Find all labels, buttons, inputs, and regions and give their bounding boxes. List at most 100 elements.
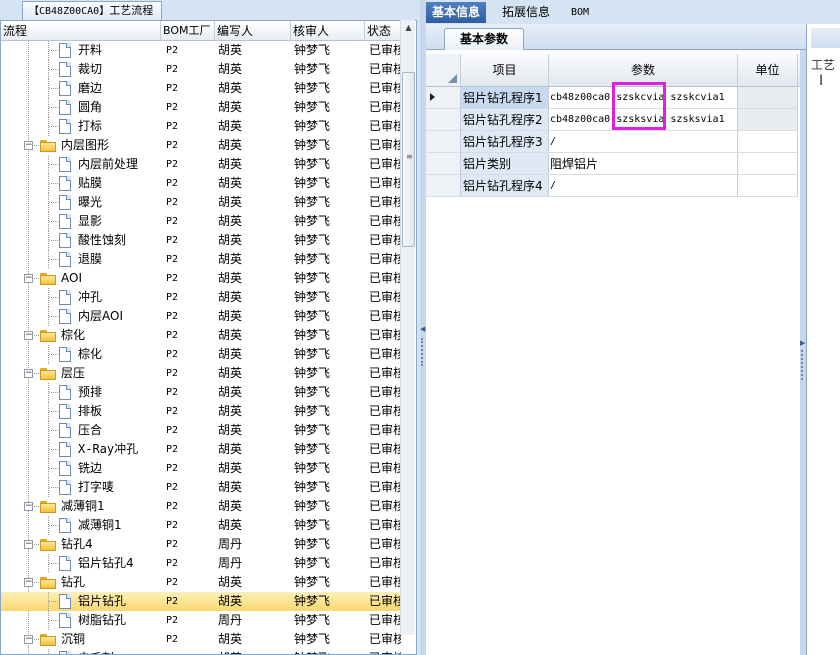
tree-row[interactable]: 酸性蚀刻 P2 胡英 钟梦飞 已审核 xyxy=(1,231,401,250)
tab-basic-params[interactable]: 基本参数 xyxy=(444,28,524,50)
collapse-toggle-icon[interactable]: − xyxy=(24,540,33,549)
status-cell: 已审核 xyxy=(369,594,401,608)
status-cell: 已审核 xyxy=(369,119,401,133)
collapse-toggle-icon[interactable]: − xyxy=(24,274,33,283)
tree-connector-line xyxy=(49,126,58,127)
tree-row[interactable]: 磨边 P2 胡英 钟梦飞 已审核 xyxy=(1,79,401,98)
tree-row[interactable]: 预排 P2 胡英 钟梦飞 已审核 xyxy=(1,383,401,402)
tab-bom[interactable]: BOM xyxy=(565,2,595,23)
tree-row[interactable]: 退膜 P2 胡英 钟梦飞 已审核 xyxy=(1,250,401,269)
col-header-flow[interactable]: 流程 xyxy=(1,21,161,41)
collapse-toggle-icon[interactable]: − xyxy=(24,502,33,511)
col-header-reviewer[interactable]: 核审人 xyxy=(291,21,365,41)
tree-row[interactable]: 铝片钻孔4 P2 周丹 钟梦飞 已审核 xyxy=(1,554,401,573)
author-cell: 胡英 xyxy=(218,518,243,532)
col-header-status[interactable]: 状态 xyxy=(365,21,401,41)
tree-node-label: 铝片钻孔 xyxy=(78,594,127,608)
row-indicator[interactable] xyxy=(426,153,461,175)
reviewer-cell: 钟梦飞 xyxy=(294,328,331,342)
document-icon xyxy=(59,518,71,533)
tree-row[interactable]: 内层AOI P2 胡英 钟梦飞 已审核 xyxy=(1,307,401,326)
tree-row[interactable]: 打标 P2 胡英 钟梦飞 已审核 xyxy=(1,117,401,136)
param-row[interactable]: 铝片钻孔程序3/ xyxy=(426,131,800,153)
tree-row[interactable]: − 钻孔 P2 胡英 钟梦飞 已审核 xyxy=(1,573,401,592)
row-indicator[interactable] xyxy=(426,175,461,197)
tree-row[interactable]: 减薄铜1 P2 胡英 钟梦飞 已审核 xyxy=(1,516,401,535)
tree-row[interactable]: − 层压 P2 胡英 钟梦飞 已审核 xyxy=(1,364,401,383)
tree-node-label: 树脂钻孔 xyxy=(78,613,127,627)
param-unit-cell[interactable] xyxy=(738,131,798,153)
status-cell: 已审核 xyxy=(369,347,401,361)
tree-row[interactable]: 树脂钻孔 P2 周丹 钟梦飞 已审核 xyxy=(1,611,401,630)
tree-row[interactable]: 显影 P2 胡英 钟梦飞 已审核 xyxy=(1,212,401,231)
tree-row[interactable]: 铝片钻孔 P2 胡英 钟梦飞 已审核 xyxy=(1,592,401,611)
tree-row[interactable]: − 减薄铜1 P2 胡英 钟梦飞 已审核 xyxy=(1,497,401,516)
tree-row[interactable]: 开料 P2 胡英 钟梦飞 已审核 xyxy=(1,41,401,60)
document-icon xyxy=(59,404,71,419)
param-unit-cell[interactable] xyxy=(738,109,798,131)
col-header-item[interactable]: 项目 xyxy=(461,54,549,87)
tree-row[interactable]: − 沉铜 P2 胡英 钟梦飞 已审核 xyxy=(1,630,401,649)
tree-row[interactable]: 内层前处理 P2 胡英 钟梦飞 已审核 xyxy=(1,155,401,174)
tree-row[interactable]: X-Ray冲孔 P2 胡英 钟梦飞 已审核 xyxy=(1,440,401,459)
reviewer-cell: 钟梦飞 xyxy=(294,214,331,228)
tree-row[interactable]: 贴膜 P2 胡英 钟梦飞 已审核 xyxy=(1,174,401,193)
tree-row[interactable]: 裁切 P2 胡英 钟梦飞 已审核 xyxy=(1,60,401,79)
tree-row[interactable]: 排板 P2 胡英 钟梦飞 已审核 xyxy=(1,402,401,421)
tab-extended-info[interactable]: 拓展信息 xyxy=(496,2,556,23)
collapse-toggle-icon[interactable]: − xyxy=(24,635,33,644)
grid-header: 流程 BOM工厂 编写人 核审人 状态 xyxy=(1,21,401,41)
param-value-cell[interactable]: / xyxy=(549,131,738,153)
tree-row[interactable]: − 钻孔4 P2 周丹 钟梦飞 已审核 xyxy=(1,535,401,554)
row-indicator[interactable] xyxy=(426,109,461,131)
scroll-up-arrow-icon[interactable]: ▲ xyxy=(401,20,416,36)
col-header-bom-factory[interactable]: BOM工厂 xyxy=(161,21,215,41)
tree-row[interactable]: 圆角 P2 胡英 钟梦飞 已审核 xyxy=(1,98,401,117)
grid-corner[interactable] xyxy=(426,54,461,87)
collapse-toggle-icon[interactable]: − xyxy=(24,331,33,340)
tree-row[interactable]: − 内层图形 P2 胡英 钟梦飞 已审核 xyxy=(1,136,401,155)
tree-connector-line xyxy=(49,430,58,431)
param-unit-cell[interactable] xyxy=(738,153,798,175)
tree-row[interactable]: 冲孔 P2 胡英 钟梦飞 已审核 xyxy=(1,288,401,307)
param-unit-cell[interactable] xyxy=(738,175,798,197)
col-header-author[interactable]: 编写人 xyxy=(215,21,291,41)
collapse-toggle-icon[interactable]: − xyxy=(24,578,33,587)
param-value-cell[interactable]: / xyxy=(549,175,738,197)
status-cell: 已审核 xyxy=(369,385,401,399)
tree-row[interactable]: 去毛刺 P2 胡英钟梦飞已审核 xyxy=(1,649,401,654)
scrollbar-thumb[interactable]: ≡ xyxy=(402,72,415,247)
tree-row[interactable]: 曝光 P2 胡英 钟梦飞 已审核 xyxy=(1,193,401,212)
col-header-unit[interactable]: 单位 xyxy=(738,54,798,87)
param-row[interactable]: 铝片类别 阻焊铝片 xyxy=(426,153,800,175)
param-unit-cell[interactable] xyxy=(738,87,798,109)
tab-basic-info[interactable]: 基本信息 xyxy=(426,2,487,23)
tree-row[interactable]: − AOI P2 胡英 钟梦飞 已审核 xyxy=(1,269,401,288)
far-right-tab[interactable] xyxy=(811,28,840,48)
tree-row[interactable]: 打字唛 P2 胡英 钟梦飞 已审核 xyxy=(1,478,401,497)
param-value-cell[interactable]: 阻焊铝片 xyxy=(549,153,738,175)
tree-connector-line xyxy=(49,316,58,317)
reviewer-cell: 钟梦飞 xyxy=(294,366,331,380)
status-cell: 已审核 xyxy=(369,575,401,589)
collapse-toggle-icon[interactable]: − xyxy=(24,369,33,378)
vertical-scrollbar[interactable]: ▲ ≡ xyxy=(400,20,415,635)
tree-node-label: AOI xyxy=(61,271,82,285)
document-icon xyxy=(59,461,71,476)
tree-row[interactable]: 压合 P2 胡英 钟梦飞 已审核 xyxy=(1,421,401,440)
author-cell: 胡英 xyxy=(218,252,243,266)
product-code: 【CB48Z00CA0】 xyxy=(29,6,110,17)
tree-row[interactable]: − 棕化 P2 胡英 钟梦飞 已审核 xyxy=(1,326,401,345)
tree-row[interactable]: 棕化 P2 胡英 钟梦飞 已审核 xyxy=(1,345,401,364)
collapse-toggle-icon[interactable]: − xyxy=(24,141,33,150)
tree-connector-line xyxy=(48,649,49,654)
row-indicator[interactable] xyxy=(426,87,461,109)
tree-node-label: 排板 xyxy=(78,404,103,418)
param-row[interactable]: 铝片钻孔程序4/ xyxy=(426,175,800,197)
status-cell: 已审核 xyxy=(369,480,401,494)
row-indicator[interactable] xyxy=(426,131,461,153)
bom-factory-cell: P2 xyxy=(166,45,179,56)
tree-row[interactable]: 铣边 P2 胡英 钟梦飞 已审核 xyxy=(1,459,401,478)
process-flow-title-tab[interactable]: 【CB48Z00CA0】工艺流程 xyxy=(22,1,163,20)
tree-node-label: 退膜 xyxy=(78,252,103,266)
